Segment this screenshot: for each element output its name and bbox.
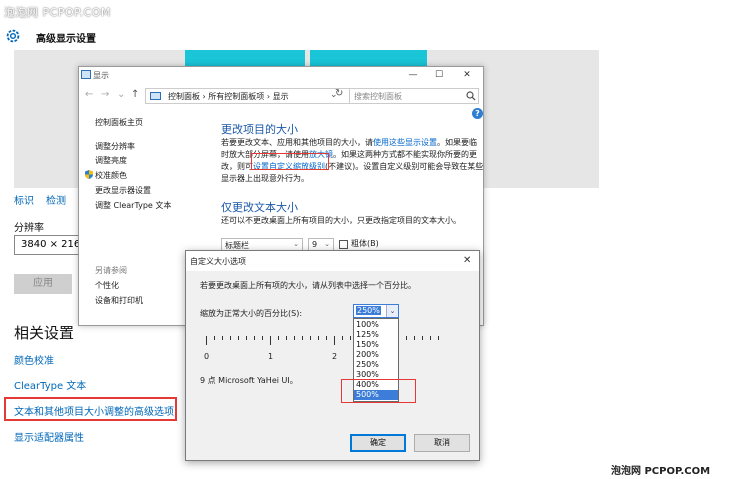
sidebar-item-brightness[interactable]: 调整亮度 (95, 155, 127, 166)
help-icon[interactable]: ? (472, 108, 483, 119)
watermark-bottom-right: 泡泡网 PCPOP.COM (611, 466, 711, 477)
dialog-title: 自定义大小选项 (190, 257, 246, 266)
text-fragment: 。如果这两种方式都不能实现你所要的更 (333, 150, 477, 159)
control-panel-icon (150, 92, 161, 100)
resolution-label: 分辨率 (14, 223, 44, 234)
scale-percent-combobox[interactable]: 250% ⌄ (353, 304, 399, 318)
text-item-select-value: 标题栏 (225, 241, 249, 250)
text-fragment: 若要更改文本、应用和其他项目的大小，请 (221, 138, 373, 147)
scale-ruler[interactable] (206, 336, 446, 348)
maximize-button[interactable]: ☐ (427, 68, 451, 82)
chevron-down-icon: ⌄ (324, 240, 330, 248)
option-200[interactable]: 200% (354, 350, 398, 360)
text-fragment: 改，则可 (221, 162, 253, 171)
breadcrumb: 控制面板 › 所有控制面板项 › 显示 (168, 91, 289, 102)
annotation-highlight-box (4, 397, 177, 421)
display-settings-link[interactable]: 使用这些显示设置 (373, 138, 437, 147)
ok-button[interactable]: 确定 (350, 434, 406, 452)
text-fragment: 。如果要临 (437, 138, 477, 147)
text-fragment: 显示器上出现意外行为。 (221, 174, 309, 183)
scale-label: 缩放为正常大小的百分比(S): (200, 309, 303, 318)
gear-icon (6, 29, 20, 43)
font-sample-text: 9 点 Microsoft YaHei UI。 (200, 376, 298, 385)
minimize-button[interactable]: — (401, 68, 425, 82)
search-icon[interactable] (466, 91, 476, 101)
adapter-properties-link[interactable]: 显示适配器属性 (14, 429, 84, 444)
search-input[interactable]: 搜索控制面板 (349, 88, 479, 104)
option-150[interactable]: 150% (354, 340, 398, 350)
section-heading-change-size: 更改项目的大小 (221, 123, 298, 136)
shield-icon (85, 170, 93, 179)
breadcrumb-display[interactable]: 显示 (273, 92, 289, 101)
chevron-down-icon: ⌄ (293, 240, 299, 248)
up-arrow-icon[interactable]: ↑ (131, 89, 139, 100)
window-title: 显示 (93, 71, 109, 80)
window-icon (81, 70, 91, 79)
text-fragment: (不建议)。设置自定义级别可能会导致在某些 (325, 162, 484, 171)
option-250[interactable]: 250% (354, 360, 398, 370)
chevron-down-icon[interactable]: ⌄ (386, 305, 398, 317)
window-titlebar: 显示 — ☐ ✕ (79, 67, 483, 84)
apply-button[interactable]: 应用 (14, 274, 72, 294)
see-also-personalization[interactable]: 个性化 (95, 280, 119, 291)
sidebar-item-calibrate-color[interactable]: 校准颜色 (95, 170, 127, 181)
dialog-instruction: 若要更改桌面上所有项的大小，请从列表中选择一个百分比。 (200, 281, 416, 290)
ruler-label-2: 2 (332, 352, 338, 361)
cancel-button[interactable]: 取消 (414, 434, 470, 452)
breadcrumb-all-items[interactable]: 所有控制面板项 (208, 92, 264, 101)
bold-checkbox-label: 粗体(B) (351, 239, 379, 248)
see-also-label: 另请参阅 (95, 266, 127, 275)
search-placeholder: 搜索控制面板 (354, 92, 402, 101)
identify-link[interactable]: 标识 (14, 192, 34, 207)
sidebar-home-link[interactable]: 控制面板主页 (95, 117, 143, 128)
sidebar-item-cleartype[interactable]: 调整 ClearType 文本 (95, 200, 171, 211)
option-100[interactable]: 100% (354, 320, 398, 330)
settings-header (0, 22, 730, 50)
back-arrow-icon[interactable]: ← (85, 89, 93, 100)
forward-arrow-icon[interactable]: → (101, 89, 109, 100)
sidebar-item-resolution[interactable]: 调整分辨率 (95, 141, 135, 152)
bold-checkbox[interactable] (339, 240, 348, 249)
text-size-select-value: 9 (312, 240, 318, 249)
annotation-highlight-box (341, 379, 416, 403)
see-also-devices[interactable]: 设备和打印机 (95, 295, 143, 306)
section-heading-text-size: 仅更改文本大小 (221, 201, 298, 214)
close-button[interactable]: ✕ (455, 68, 479, 82)
color-calibration-link[interactable]: 颜色校准 (14, 352, 54, 367)
history-chevron-icon[interactable]: ⌄ (117, 89, 125, 100)
sidebar-item-monitor-settings[interactable]: 更改显示器设置 (95, 185, 151, 196)
refresh-icon[interactable]: ↻ (335, 88, 343, 99)
page-title: 高级显示设置 (36, 34, 96, 45)
section-text-size-desc: 还可以不更改桌面上所有项目的大小，只更改指定项目的文本大小。 (221, 216, 461, 225)
close-icon[interactable]: ✕ (463, 255, 471, 266)
watermark-top: 泡泡网 PCPOP.COM (4, 6, 111, 19)
annotation-highlight-box (251, 153, 329, 170)
ruler-label-1: 1 (268, 352, 274, 361)
option-125[interactable]: 125% (354, 330, 398, 340)
ruler-label-0: 0 (204, 352, 210, 361)
breadcrumb-control-panel[interactable]: 控制面板 (168, 92, 200, 101)
dialog-titlebar: 自定义大小选项 ✕ (186, 251, 479, 271)
cleartype-link[interactable]: ClearType 文本 (14, 377, 86, 392)
custom-sizing-dialog: 自定义大小选项 ✕ 若要更改桌面上所有项的大小，请从列表中选择一个百分比。 缩放… (185, 250, 480, 461)
related-settings-heading: 相关设置 (14, 324, 75, 342)
scale-percent-value: 250% (356, 306, 381, 315)
resolution-select[interactable]: 3840 × 2160 (14, 235, 84, 255)
detect-link[interactable]: 检测 (46, 192, 66, 207)
